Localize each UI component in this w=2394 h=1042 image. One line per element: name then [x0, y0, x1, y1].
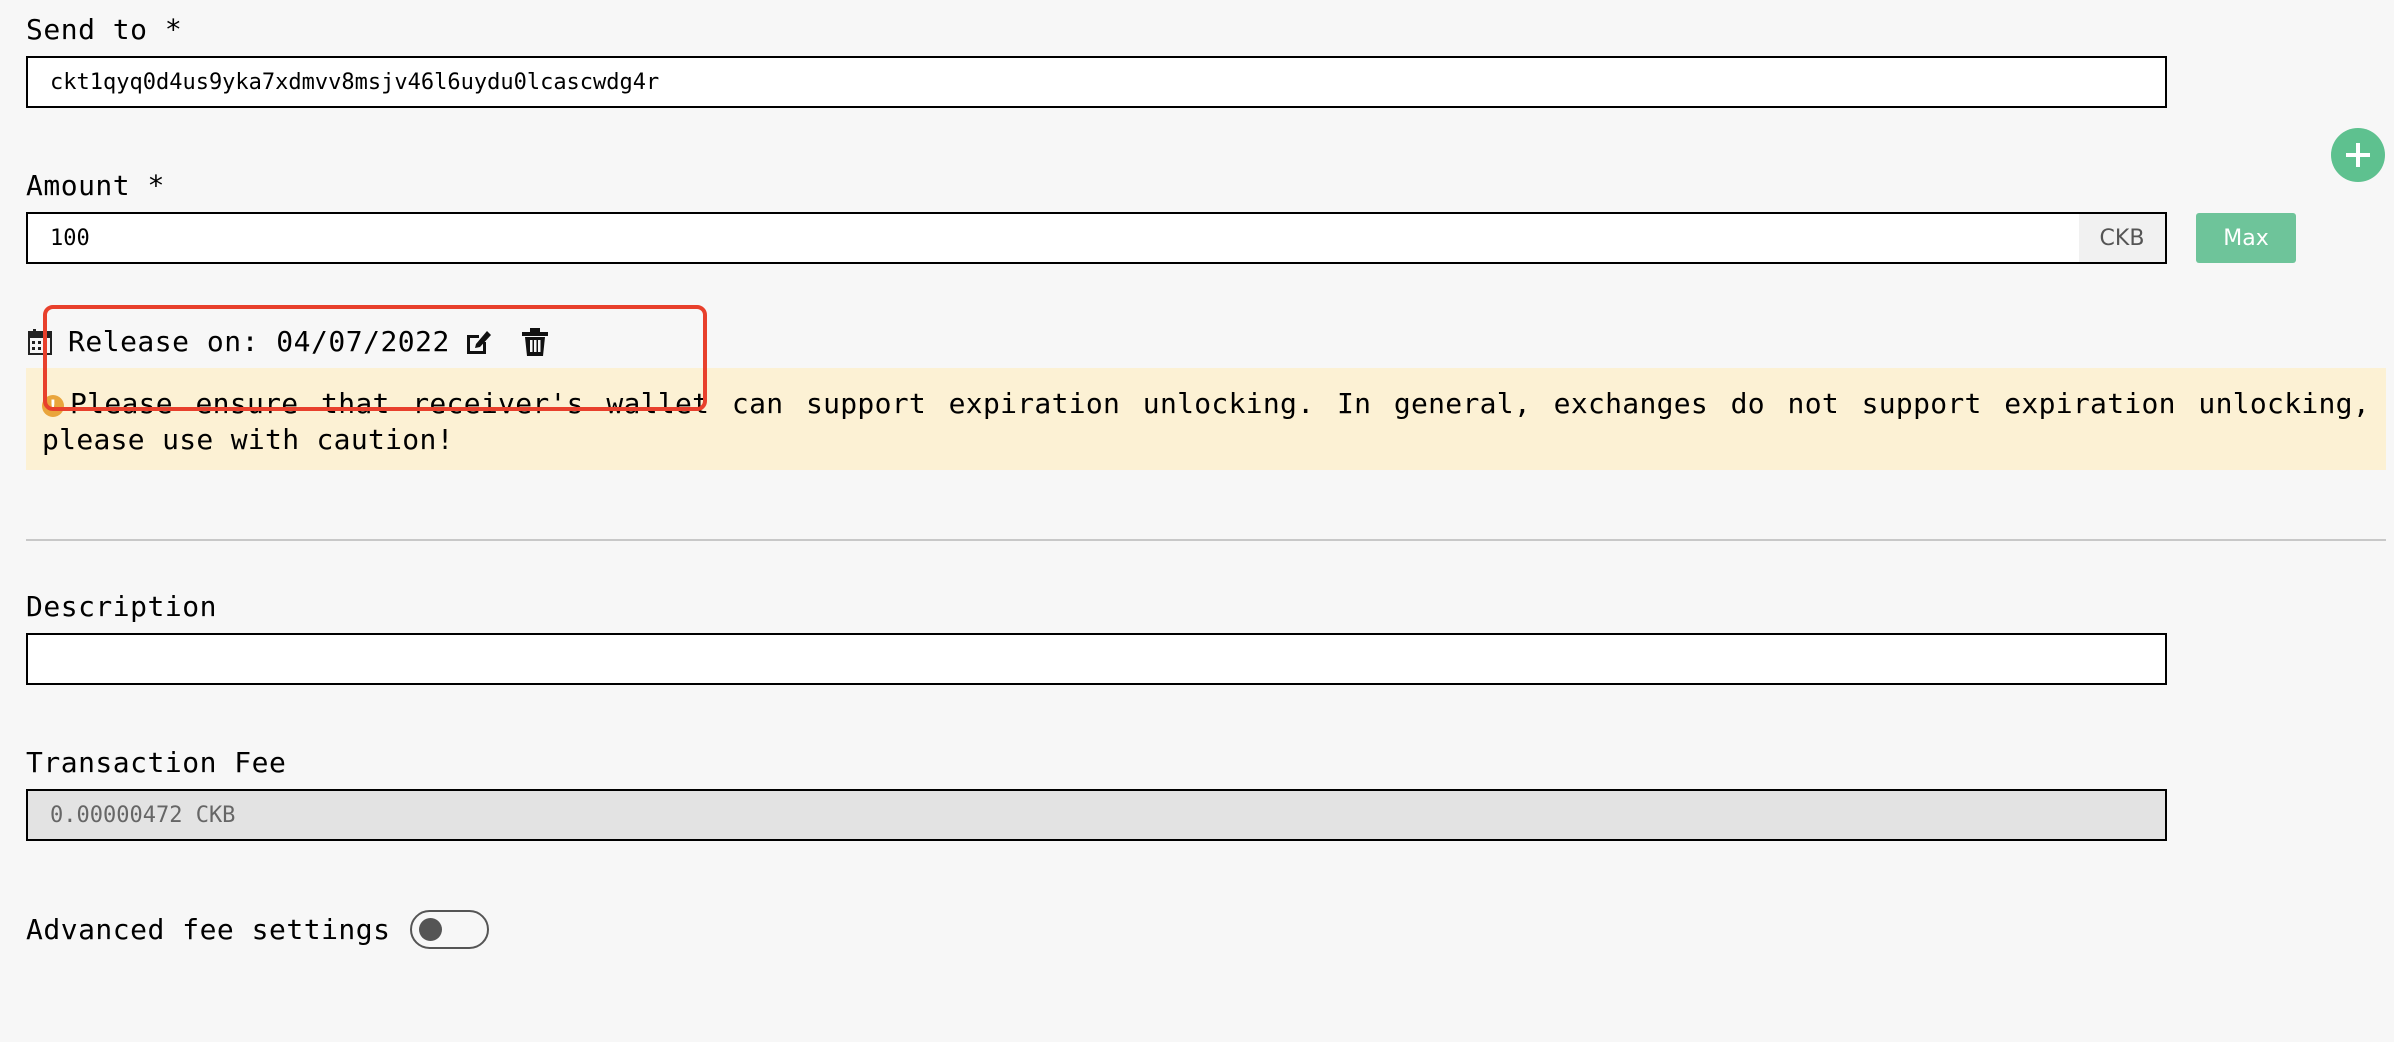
amount-input[interactable]: 100 CKB	[26, 212, 2167, 264]
add-recipient-button[interactable]	[2331, 128, 2385, 182]
send-to-value: ckt1qyq0d4us9yka7xdmvv8msjv46l6uydu0lcas…	[50, 69, 660, 95]
release-highlight-box	[43, 305, 707, 411]
amount-unit: CKB	[2079, 214, 2165, 262]
amount-label: Amount *	[26, 169, 165, 202]
toggle-knob	[419, 918, 442, 941]
transaction-fee-value: 0.00000472 CKB	[50, 802, 236, 828]
send-to-label: Send to *	[26, 13, 183, 46]
advanced-fee-toggle[interactable]	[410, 910, 489, 949]
divider	[26, 539, 2386, 541]
advanced-fee-label: Advanced fee settings	[26, 913, 391, 946]
max-button[interactable]: Max	[2196, 213, 2296, 263]
plus-icon	[2346, 143, 2370, 167]
transaction-fee-label: Transaction Fee	[26, 746, 287, 779]
transaction-fee-field: 0.00000472 CKB	[26, 789, 2167, 841]
description-label: Description	[26, 590, 217, 623]
description-input[interactable]	[26, 633, 2167, 685]
send-to-input[interactable]: ckt1qyq0d4us9yka7xdmvv8msjv46l6uydu0lcas…	[26, 56, 2167, 108]
amount-value: 100	[50, 225, 90, 251]
